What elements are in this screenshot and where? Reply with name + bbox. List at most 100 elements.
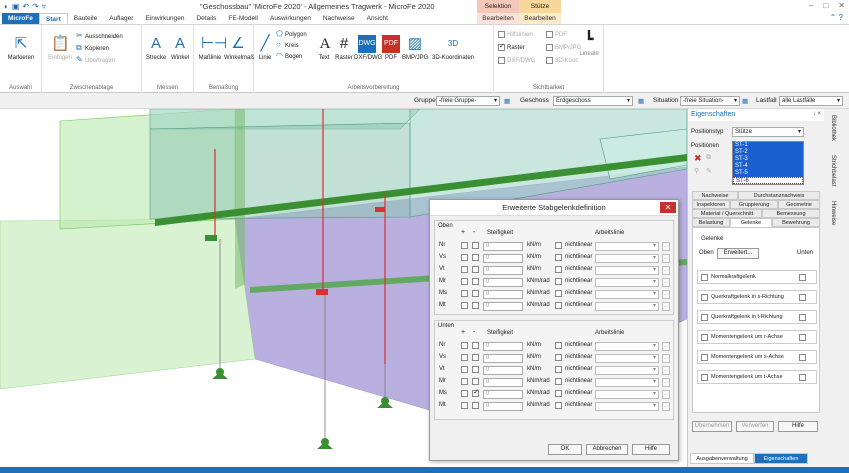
geschoss-select[interactable]: Erdgeschoss <box>553 96 633 106</box>
nichtlinear-checkbox[interactable] <box>555 266 562 273</box>
arbeitslinie-more-button[interactable]: ... <box>662 302 670 311</box>
plus-checkbox[interactable] <box>461 342 468 349</box>
tab-microfe[interactable]: MicroFe <box>2 13 39 24</box>
arbeitslinie-select[interactable] <box>595 378 659 387</box>
tab-material[interactable]: Material / Querschnitt <box>692 209 762 218</box>
arbeitslinie-select[interactable] <box>595 302 659 311</box>
nichtlinear-checkbox[interactable] <box>555 342 562 349</box>
polygon-button[interactable]: ⬠ Polygon <box>276 29 307 38</box>
gelenk-oben-checkbox[interactable] <box>701 334 708 341</box>
plus-checkbox[interactable] <box>461 242 468 249</box>
arbeitslinie-more-button[interactable]: ... <box>662 378 670 387</box>
nichtlinear-checkbox[interactable] <box>555 254 562 261</box>
person-icon[interactable]: ⚲ <box>694 167 699 175</box>
kreis-button[interactable]: ○ Kreis <box>276 40 299 49</box>
nichtlinear-checkbox[interactable] <box>555 402 562 409</box>
panel-pin-close-icon[interactable]: ↓ × <box>813 111 821 117</box>
arbeitslinie-more-button[interactable]: ... <box>662 366 670 375</box>
verwerfen-button[interactable]: Verwerfen <box>736 421 774 432</box>
arbeitslinie-select[interactable] <box>595 354 659 363</box>
steifigkeit-input[interactable]: 0 <box>483 302 523 311</box>
nichtlinear-checkbox[interactable] <box>555 378 562 385</box>
winkel-button[interactable]: A Winkel <box>168 35 192 61</box>
close-icon[interactable]: ✕ <box>838 1 845 10</box>
plus-checkbox[interactable] <box>461 278 468 285</box>
arbeitslinie-more-button[interactable]: ... <box>662 402 670 411</box>
arbeitslinie-select[interactable] <box>595 366 659 375</box>
dxfdwg-toggle[interactable]: DXF/DWG <box>498 57 535 64</box>
dxf-button[interactable]: DWG DXF/DWG <box>354 35 382 61</box>
tab-inspektoren[interactable]: Inspektoren <box>692 200 730 209</box>
minus-checkbox[interactable] <box>472 354 479 361</box>
steifigkeit-input[interactable]: 0 <box>483 378 523 387</box>
delete-icon[interactable]: ✖ <box>694 153 702 164</box>
tab-ausgabenverwaltung[interactable]: Ausgabenverwaltung <box>690 453 754 464</box>
raster-button[interactable]: # Raster <box>334 35 354 61</box>
steifigkeit-input[interactable]: 0 <box>483 342 523 351</box>
text-button[interactable]: A Text <box>316 35 332 61</box>
minus-checkbox[interactable] <box>472 254 479 261</box>
steifigkeit-input[interactable]: 0 <box>483 242 523 251</box>
tab-selektion-bearbeiten[interactable]: Bearbeiten <box>477 13 519 24</box>
arbeitslinie-more-button[interactable]: ... <box>662 254 670 263</box>
undo-icon[interactable]: ↶ <box>22 2 29 11</box>
ok-button[interactable]: OK <box>548 444 582 455</box>
tab-bauteile[interactable]: Bauteile <box>68 13 104 24</box>
tab-eigenschaften[interactable]: Eigenschaften <box>754 453 808 464</box>
minus-checkbox[interactable] <box>472 278 479 285</box>
tab-gruppierung[interactable]: Gruppierung <box>730 200 778 209</box>
minus-checkbox[interactable] <box>472 366 479 373</box>
gelenk-unten-checkbox[interactable] <box>799 274 806 281</box>
masslinie-button[interactable]: ⊢⊣ Maßlinie <box>196 35 227 61</box>
arbeitslinie-more-button[interactable]: ... <box>662 242 670 251</box>
list-item[interactable]: ST-4 <box>733 163 803 170</box>
tab-fe-modell[interactable]: FE-Modell <box>222 13 264 24</box>
kopieren-button[interactable]: ⧉ Kopieren <box>76 43 109 53</box>
gelenk-unten-checkbox[interactable] <box>799 374 806 381</box>
arbeitslinie-more-button[interactable]: ... <box>662 290 670 299</box>
plus-checkbox[interactable] <box>461 402 468 409</box>
bmp-button[interactable]: ▨ BMP/JPG <box>402 35 428 61</box>
strecke-button[interactable]: A Strecke <box>144 35 168 61</box>
app-icon[interactable]: ◐ <box>4 2 9 11</box>
copy-position-icon[interactable]: ⧉ <box>706 154 711 162</box>
minus-checkbox[interactable] <box>472 266 479 273</box>
save-icon[interactable]: ▣ <box>12 2 20 11</box>
positionstyp-select[interactable]: Stütze <box>732 127 804 137</box>
redo-icon[interactable]: ↷ <box>32 2 39 11</box>
tab-einwirkungen[interactable]: Einwirkungen <box>139 13 190 24</box>
pdf-toggle[interactable]: PDF <box>546 31 567 38</box>
erweitert-button[interactable]: Erweitert... <box>717 248 759 259</box>
list-item[interactable]: ST-6 <box>733 177 803 184</box>
steifigkeit-input[interactable]: 0 <box>483 254 523 263</box>
tab-gelenke[interactable]: Gelenke <box>730 218 772 227</box>
list-item[interactable]: ST-1 <box>733 142 803 149</box>
arbeitslinie-select[interactable] <box>595 342 659 351</box>
tab-belastung[interactable]: Belastung <box>692 218 730 227</box>
gelenk-oben-checkbox[interactable] <box>701 374 708 381</box>
gruppe-edit-icon[interactable]: ▦ <box>504 97 510 105</box>
hilfe-button[interactable]: Hilfe <box>632 444 670 455</box>
minus-checkbox[interactable] <box>472 402 479 409</box>
arbeitslinie-more-button[interactable]: ... <box>662 354 670 363</box>
plus-checkbox[interactable] <box>461 290 468 297</box>
arbeitslinie-select[interactable] <box>595 242 659 251</box>
arbeitslinie-select[interactable] <box>595 402 659 411</box>
einfuegen-button[interactable]: 📋 Einfügen <box>46 35 74 61</box>
tab-auflager[interactable]: Auflager <box>103 13 139 24</box>
arbeitslinie-more-button[interactable]: ... <box>662 390 670 399</box>
arbeitslinie-more-button[interactable]: ... <box>662 278 670 287</box>
arbeitslinie-select[interactable] <box>595 390 659 399</box>
situation-select[interactable]: -freie Situation- <box>680 96 740 106</box>
abbrechen-button[interactable]: Abbrechen <box>586 444 628 455</box>
arbeitslinie-select[interactable] <box>595 290 659 299</box>
hilfslinien-toggle[interactable]: Hilfslinien <box>498 31 533 38</box>
gelenk-unten-checkbox[interactable] <box>799 334 806 341</box>
plus-checkbox[interactable] <box>461 302 468 309</box>
plus-checkbox[interactable] <box>461 254 468 261</box>
arbeitslinie-more-button[interactable]: ... <box>662 342 670 351</box>
geschoss-edit-icon[interactable]: ▦ <box>638 97 644 105</box>
bogen-button[interactable]: ◠ Bogen <box>276 51 302 60</box>
raster-toggle[interactable]: Raster <box>498 42 525 51</box>
maximize-icon[interactable]: □ <box>823 1 828 10</box>
